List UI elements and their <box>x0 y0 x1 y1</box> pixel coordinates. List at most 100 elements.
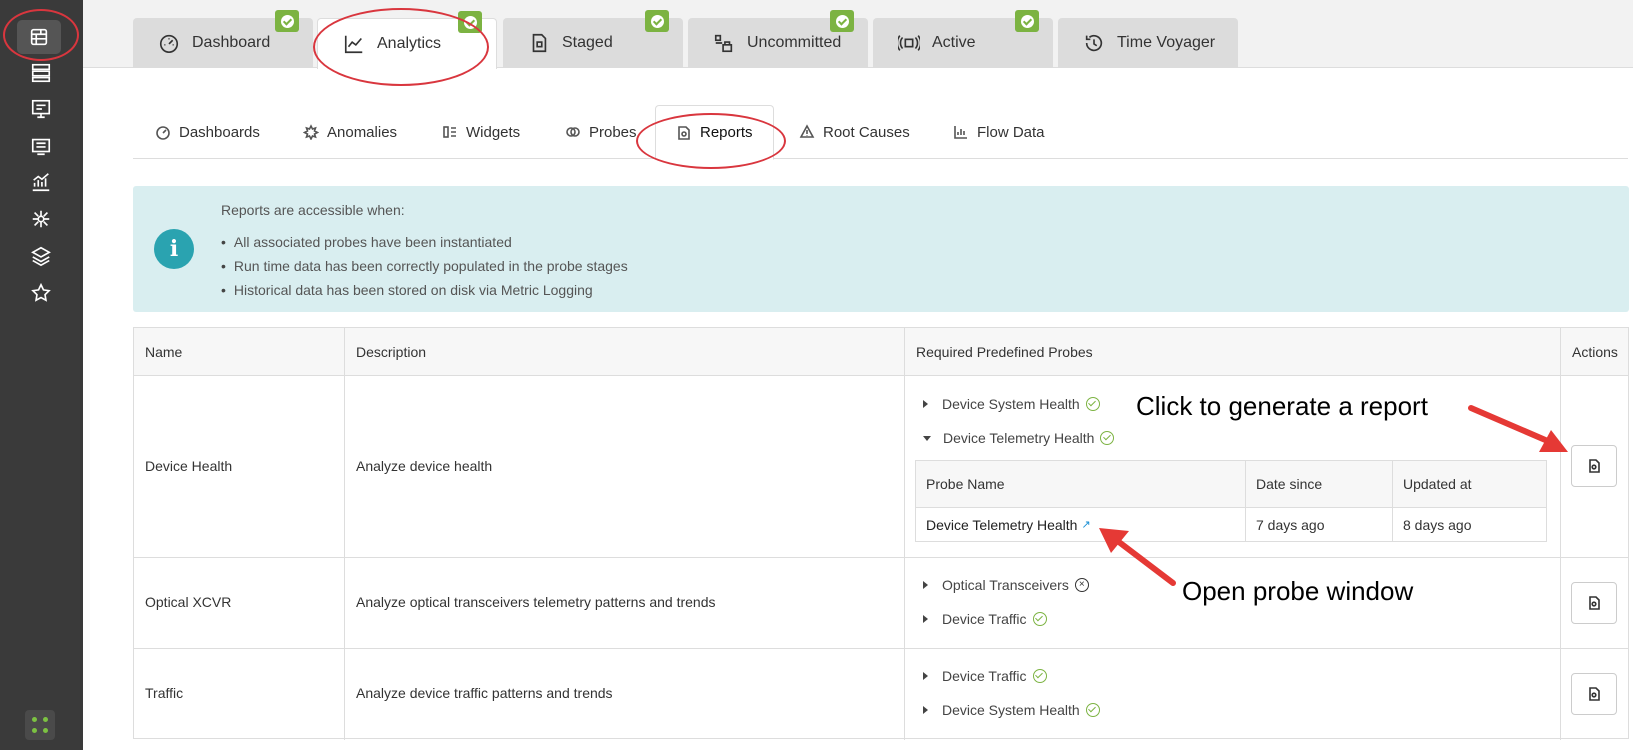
tab-active[interactable]: Active <box>873 10 1053 68</box>
probe-toggle[interactable]: Device Traffic <box>923 668 1047 684</box>
anomaly-icon <box>303 124 319 140</box>
error-circle-icon: × <box>1074 578 1089 592</box>
subtab-dashboards[interactable]: Dashboards <box>155 105 260 159</box>
probe-toggle[interactable]: Device Telemetry Health <box>923 430 1115 446</box>
check-circle-icon <box>1032 612 1047 626</box>
report-icon <box>1589 687 1600 701</box>
left-sidebar <box>0 0 83 750</box>
info-item: Run time data has been correctly populat… <box>221 254 628 278</box>
subtab-label: Flow Data <box>977 123 1045 141</box>
info-callout: i Reports are accessible when: All assoc… <box>133 186 1629 312</box>
probe-link[interactable]: Device Telemetry Health ↗ <box>916 508 1246 542</box>
info-item: Historical data has been stored on disk … <box>221 278 628 302</box>
probe-label: Device Traffic <box>942 668 1027 684</box>
probe-icon <box>565 124 581 140</box>
probe-toggle[interactable]: Optical Transceivers × <box>923 577 1089 593</box>
external-link-icon[interactable]: ↗ <box>1081 519 1090 531</box>
probe-label: Device System Health <box>942 396 1080 412</box>
resources-icon[interactable] <box>26 131 56 161</box>
annotation-generate: Click to generate a report <box>1136 391 1428 421</box>
analytics-icon[interactable] <box>26 167 56 197</box>
generate-report-button[interactable] <box>1571 445 1617 487</box>
probe-detail-table: Probe Name Date since Updated at Device … <box>915 460 1547 542</box>
subtab-label: Root Causes <box>823 123 910 141</box>
widgets-icon <box>442 124 458 140</box>
probe-toggle[interactable]: Device Traffic <box>923 611 1047 627</box>
check-badge-icon <box>645 10 669 32</box>
probe-toggle[interactable]: Device System Health <box>923 396 1100 412</box>
col-header-description: Description <box>345 328 905 376</box>
check-badge-icon <box>1015 10 1039 32</box>
tab-label: Dashboard <box>192 34 271 51</box>
external-systems-icon[interactable] <box>26 204 56 234</box>
devices-icon[interactable] <box>26 58 56 88</box>
col-header-actions: Actions <box>1561 328 1628 376</box>
subtab-label: Widgets <box>466 123 521 141</box>
probe-label: Device Traffic <box>942 611 1027 627</box>
subtab-root-causes[interactable]: Root Causes <box>799 105 910 159</box>
row-description: Analyze device traffic patterns and tren… <box>356 685 613 701</box>
tab-dashboard[interactable]: Dashboard <box>133 10 313 68</box>
highlight-circle <box>636 113 786 169</box>
check-badge-icon <box>275 10 299 32</box>
subtab-probes[interactable]: Probes <box>565 105 637 159</box>
caret-right-icon <box>923 581 928 589</box>
report-icon <box>1589 596 1600 610</box>
tab-label: Staged <box>562 34 613 51</box>
probe-toggle[interactable]: Device System Health <box>923 702 1100 718</box>
row-description: Analyze optical transceivers telemetry p… <box>356 594 716 610</box>
subtab-anomalies[interactable]: Anomalies <box>303 105 397 159</box>
updated-at-value: 8 days ago <box>1403 517 1472 533</box>
highlight-circle <box>313 8 489 86</box>
sub-header-probe-name: Probe Name <box>916 461 1246 507</box>
caret-right-icon <box>923 615 928 623</box>
star-icon[interactable] <box>26 278 56 308</box>
generate-report-button[interactable] <box>1571 582 1617 624</box>
caret-down-icon <box>923 435 931 441</box>
sub-header-updated-at: Updated at <box>1393 461 1546 507</box>
check-circle-icon <box>1100 431 1115 445</box>
arrow-icon <box>1099 528 1176 586</box>
arrow-icon <box>1468 405 1568 452</box>
row-name: Traffic <box>145 685 184 701</box>
row-description: Analyze device health <box>356 458 493 474</box>
tab-staged[interactable]: Staged <box>503 10 683 68</box>
caret-right-icon <box>923 400 928 408</box>
info-title: Reports are accessible when: <box>221 202 405 218</box>
staged-doc-icon <box>528 32 550 54</box>
check-badge-icon <box>830 10 854 32</box>
tab-label: Uncommitted <box>747 34 842 51</box>
history-icon <box>1083 32 1105 54</box>
info-icon: i <box>154 229 194 269</box>
row-name: Optical XCVR <box>145 594 232 610</box>
subtab-widgets[interactable]: Widgets <box>442 105 520 159</box>
gauge-icon <box>158 32 180 54</box>
sub-header-date-since: Date since <box>1246 461 1393 507</box>
row-name: Device Health <box>145 458 233 474</box>
col-header-probes: Required Predefined Probes <box>905 328 1561 376</box>
tab-uncommitted[interactable]: Uncommitted <box>688 10 868 68</box>
apps-grid-icon[interactable] <box>25 710 55 740</box>
probe-label: Device Telemetry Health <box>943 430 1095 446</box>
layers-icon[interactable] <box>26 241 56 271</box>
uncommitted-icon <box>713 32 735 54</box>
check-circle-icon <box>1085 703 1100 717</box>
info-item: All associated probes have been instanti… <box>221 230 628 254</box>
tab-label: Time Voyager <box>1117 34 1216 51</box>
caret-right-icon <box>923 672 928 680</box>
caret-right-icon <box>923 706 928 714</box>
subtab-label: Probes <box>589 123 637 141</box>
check-circle-icon <box>1085 397 1100 411</box>
info-list: All associated probes have been instanti… <box>221 230 628 302</box>
tab-time-voyager[interactable]: Time Voyager <box>1058 18 1238 68</box>
subtab-label: Anomalies <box>327 123 398 141</box>
generate-report-button[interactable] <box>1571 673 1617 715</box>
analytics-sub-tabs: Dashboards Anomalies Widgets Probes Repo… <box>133 105 1628 160</box>
annotation-open-probe: Open probe window <box>1182 576 1414 606</box>
subtab-flow-data[interactable]: Flow Data <box>953 105 1045 159</box>
design-icon[interactable] <box>26 94 56 124</box>
probe-link-label: Device Telemetry Health <box>926 517 1078 533</box>
active-signal-icon <box>898 32 920 54</box>
report-icon <box>1589 459 1600 473</box>
check-circle-icon <box>1032 669 1047 683</box>
